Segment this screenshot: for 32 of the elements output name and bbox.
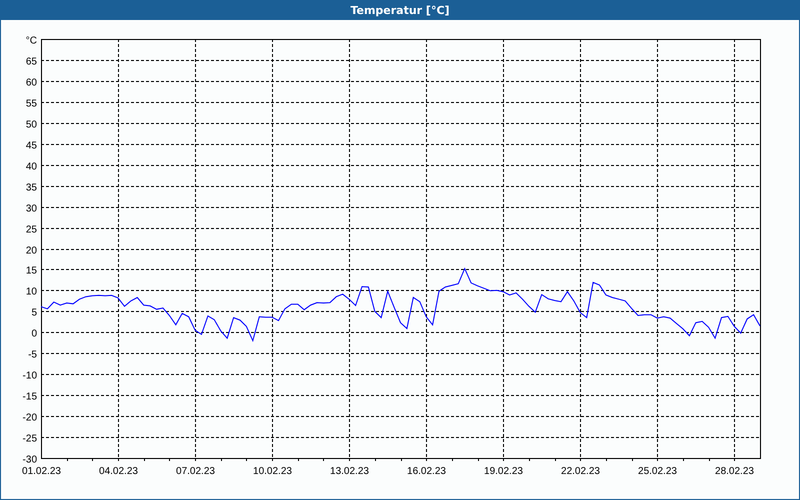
date-tick-label: 25.02.23 [638, 466, 677, 477]
window-title: Temperatur [°C] [350, 4, 450, 16]
axis-tick-label: 10 [26, 286, 37, 298]
date-tick-label: 13.02.23 [330, 466, 369, 477]
date-tick-label: 04.02.23 [99, 466, 138, 477]
axis-tick-label: 40 [26, 162, 37, 172]
axis-tick-label: 5 [31, 308, 37, 318]
date-tick-label: 22.02.23 [561, 466, 600, 477]
axis-tick-label: 50 [26, 120, 37, 130]
axis-tick-label: 30 [26, 204, 37, 214]
date-tick-label: 28.02.23 [715, 466, 754, 477]
axis-tick-label: -30 [22, 454, 37, 466]
date-tick-label: 10.02.23 [253, 466, 292, 477]
axis-tick-label: -20 [22, 412, 37, 424]
axis-tick-label: 65 [26, 56, 37, 68]
axis-tick-label: -10 [22, 370, 37, 382]
axis-tick-label: 60 [26, 78, 37, 88]
date-tick-label: 07.02.23 [176, 466, 215, 477]
axis-tick-label: 25 [26, 224, 37, 236]
date-tick-label: 16.02.23 [407, 466, 446, 477]
axis-tick-label: 0 [31, 328, 37, 340]
axis-tick-label: 20 [26, 246, 37, 256]
axis-tick-label: 35 [26, 182, 37, 194]
date-tick-label: 01.02.23 [22, 466, 61, 477]
axis-tick-label: 55 [26, 98, 37, 110]
axis-tick-label: -25 [22, 434, 37, 444]
axis-tick-label: 15 [26, 266, 37, 276]
axis-tick-label: 45 [26, 140, 37, 152]
axis-tick-label: -5 [28, 350, 37, 360]
date-tick-label: 19.02.23 [484, 466, 523, 477]
axis-tick-label: °C [26, 36, 37, 46]
axis-tick-label: -15 [22, 392, 37, 402]
